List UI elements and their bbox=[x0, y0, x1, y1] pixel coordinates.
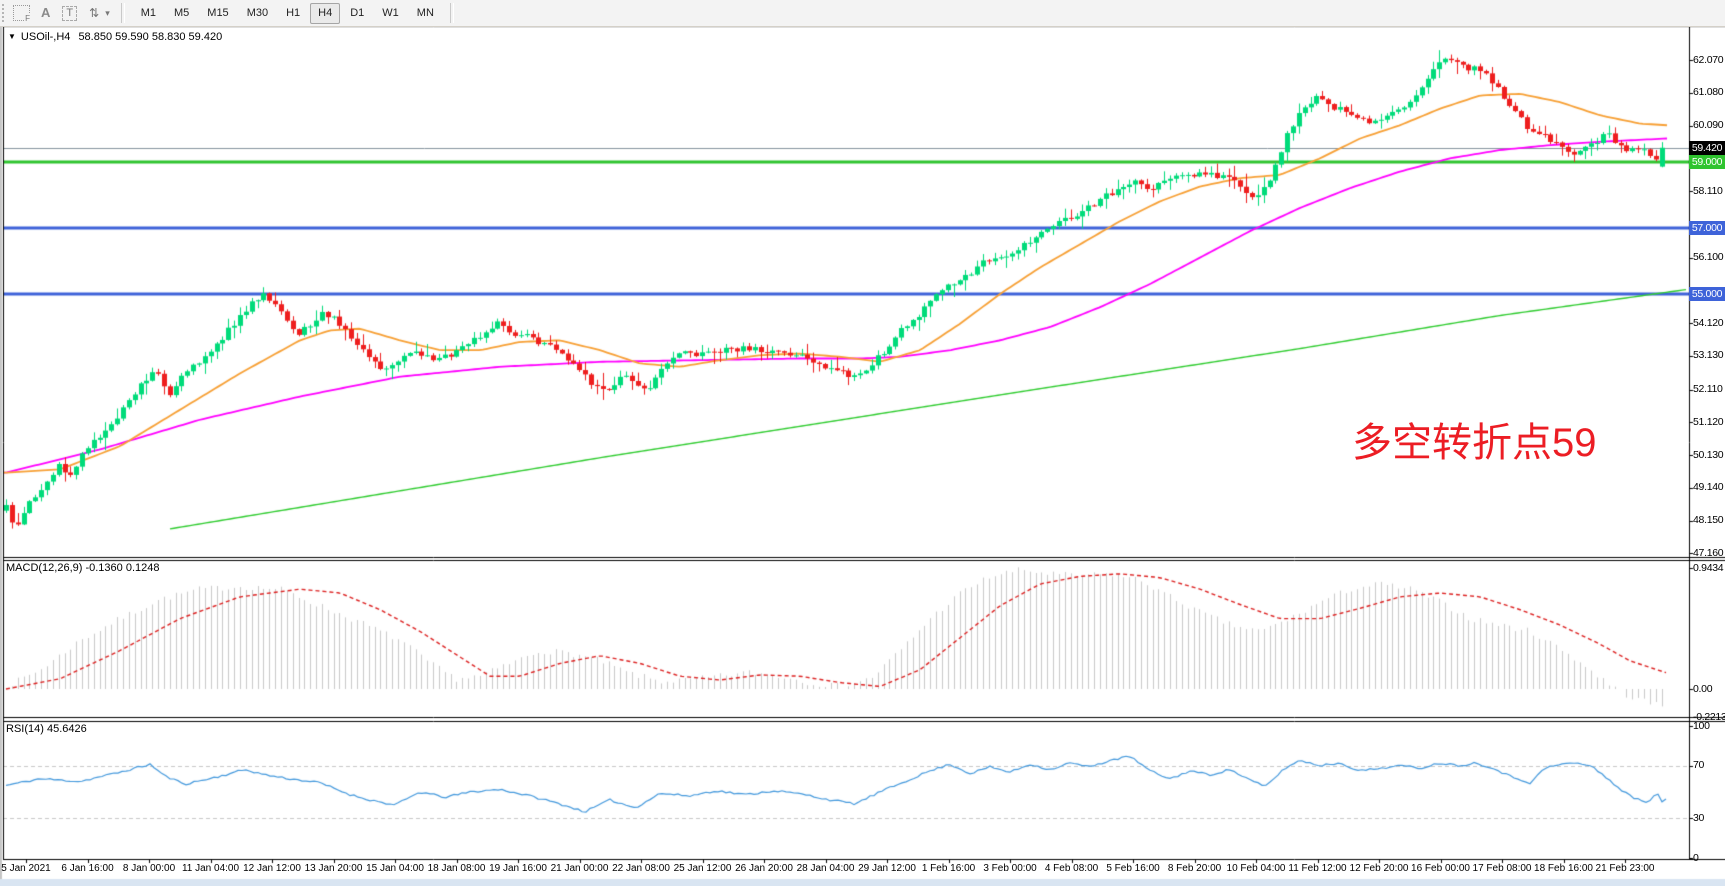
dropdown-caret-icon[interactable]: ▾ bbox=[105, 8, 110, 19]
price-axis-label: 48.150 bbox=[1693, 514, 1723, 526]
time-axis-label: 8 Feb 20:00 bbox=[1168, 863, 1221, 874]
timeframe-button-h4[interactable]: H4 bbox=[310, 3, 340, 24]
price-axis-label: 53.130 bbox=[1693, 349, 1723, 361]
time-axis-label: 25 Jan 12:00 bbox=[674, 863, 732, 874]
price-axis-label: 60.090 bbox=[1693, 119, 1723, 131]
price-axis-label: 62.070 bbox=[1693, 54, 1723, 66]
price-axis-label: 52.110 bbox=[1693, 383, 1723, 395]
price-axis-label: 54.120 bbox=[1693, 317, 1723, 329]
time-axis-label: 4 Feb 08:00 bbox=[1045, 863, 1098, 874]
level-55-tag: 55.000 bbox=[1689, 287, 1725, 301]
annotation-text: 多空转折点59 bbox=[1352, 410, 1597, 468]
font-a-icon[interactable]: A bbox=[41, 5, 50, 21]
price-axis-label: 50.130 bbox=[1693, 449, 1723, 461]
price-axis-label: 58.110 bbox=[1693, 185, 1723, 197]
macd-axis-label: 0.9434 bbox=[1693, 562, 1723, 574]
time-axis-label: 1 Feb 16:00 bbox=[922, 863, 975, 874]
time-axis-label: 26 Jan 20:00 bbox=[735, 863, 793, 874]
timeframe-button-m30[interactable]: M30 bbox=[239, 3, 276, 24]
time-axis-label: 12 Jan 12:00 bbox=[243, 863, 301, 874]
price-axis-label: 56.100 bbox=[1693, 251, 1723, 263]
toolbar-separator bbox=[121, 3, 125, 23]
symbol-timeframe-label: USOil-,H4 bbox=[21, 31, 71, 43]
time-axis-label: 5 Feb 16:00 bbox=[1106, 863, 1159, 874]
timeframe-button-m1[interactable]: M1 bbox=[133, 3, 164, 24]
rsi-axis-label: 0 bbox=[1693, 852, 1699, 864]
timeframe-button-group: M1M5M15M30H1H4D1W1MN bbox=[132, 3, 443, 24]
time-axis-label: 21 Jan 00:00 bbox=[551, 863, 609, 874]
toolbar: F A T ⇅ ▾ M1M5M15M30H1H4D1W1MN bbox=[0, 0, 1725, 27]
ohlc-values: 58.850 59.590 58.830 59.420 bbox=[78, 31, 222, 43]
time-axis-label: 17 Feb 08:00 bbox=[1473, 863, 1532, 874]
time-axis-label: 11 Feb 12:00 bbox=[1288, 863, 1346, 874]
chart-title: ▼ USOil-,H4 58.850 59.590 58.830 59.420 bbox=[8, 31, 222, 43]
timeframe-button-mn[interactable]: MN bbox=[409, 3, 442, 24]
level-57-tag: 57.000 bbox=[1689, 221, 1725, 235]
chart-grid-f-icon[interactable]: F bbox=[13, 5, 30, 21]
time-axis-label: 13 Jan 20:00 bbox=[305, 863, 363, 874]
timeframe-button-w1[interactable]: W1 bbox=[374, 3, 407, 24]
time-axis-label: 28 Jan 04:00 bbox=[797, 863, 855, 874]
price-axis-label: 49.140 bbox=[1693, 481, 1723, 493]
toolbar-separator bbox=[450, 3, 454, 23]
time-axis-label: 22 Jan 08:00 bbox=[612, 863, 670, 874]
mt4-chart-window: F A T ⇅ ▾ M1M5M15M30H1H4D1W1MN ▼ USOil-,H… bbox=[0, 0, 1725, 886]
timeframe-button-m5[interactable]: M5 bbox=[166, 3, 197, 24]
rsi-indicator-label: RSI(14) 45.6426 bbox=[6, 723, 87, 735]
time-axis-label: 12 Feb 20:00 bbox=[1350, 863, 1409, 874]
macd-axis-label: 0.00 bbox=[1693, 683, 1712, 695]
time-axis-label: 5 Jan 2021 bbox=[1, 863, 51, 874]
time-axis-label: 18 Feb 16:00 bbox=[1534, 863, 1593, 874]
rsi-axis-label: 70 bbox=[1693, 759, 1704, 771]
rsi-axis-label: 30 bbox=[1693, 812, 1704, 824]
time-axis-label: 8 Jan 00:00 bbox=[123, 863, 175, 874]
price-axis-label: 51.120 bbox=[1693, 416, 1723, 428]
toolbar-grip[interactable] bbox=[2, 4, 8, 22]
current-price-tag: 59.420 bbox=[1689, 141, 1725, 155]
time-axis-label: 21 Feb 23:00 bbox=[1596, 863, 1655, 874]
level-59-tag: 59.000 bbox=[1689, 155, 1725, 169]
time-axis-label: 3 Feb 00:00 bbox=[983, 863, 1036, 874]
cycle-arrows-icon[interactable]: ⇅ bbox=[89, 5, 99, 21]
time-axis-label: 19 Jan 16:00 bbox=[489, 863, 547, 874]
time-axis-label: 10 Feb 04:00 bbox=[1227, 863, 1286, 874]
collapse-triangle-icon[interactable]: ▼ bbox=[8, 32, 16, 41]
time-axis-label: 11 Jan 04:00 bbox=[182, 863, 239, 874]
time-axis-label: 6 Jan 16:00 bbox=[61, 863, 113, 874]
time-axis-label: 18 Jan 08:00 bbox=[428, 863, 486, 874]
text-t-icon[interactable]: T bbox=[62, 6, 77, 21]
timeframe-button-h1[interactable]: H1 bbox=[278, 3, 308, 24]
macd-indicator-label: MACD(12,26,9) -0.1360 0.1248 bbox=[6, 562, 159, 574]
price-axis-label: 61.080 bbox=[1693, 86, 1723, 98]
time-axis-label: 29 Jan 12:00 bbox=[858, 863, 916, 874]
rsi-axis-label: 100 bbox=[1693, 720, 1710, 732]
time-axis-label: 16 Feb 00:00 bbox=[1411, 863, 1470, 874]
timeframe-button-m15[interactable]: M15 bbox=[199, 3, 236, 24]
price-axis-label: 47.160 bbox=[1693, 547, 1723, 559]
time-axis-label: 15 Jan 04:00 bbox=[366, 863, 424, 874]
timeframe-button-d1[interactable]: D1 bbox=[342, 3, 372, 24]
